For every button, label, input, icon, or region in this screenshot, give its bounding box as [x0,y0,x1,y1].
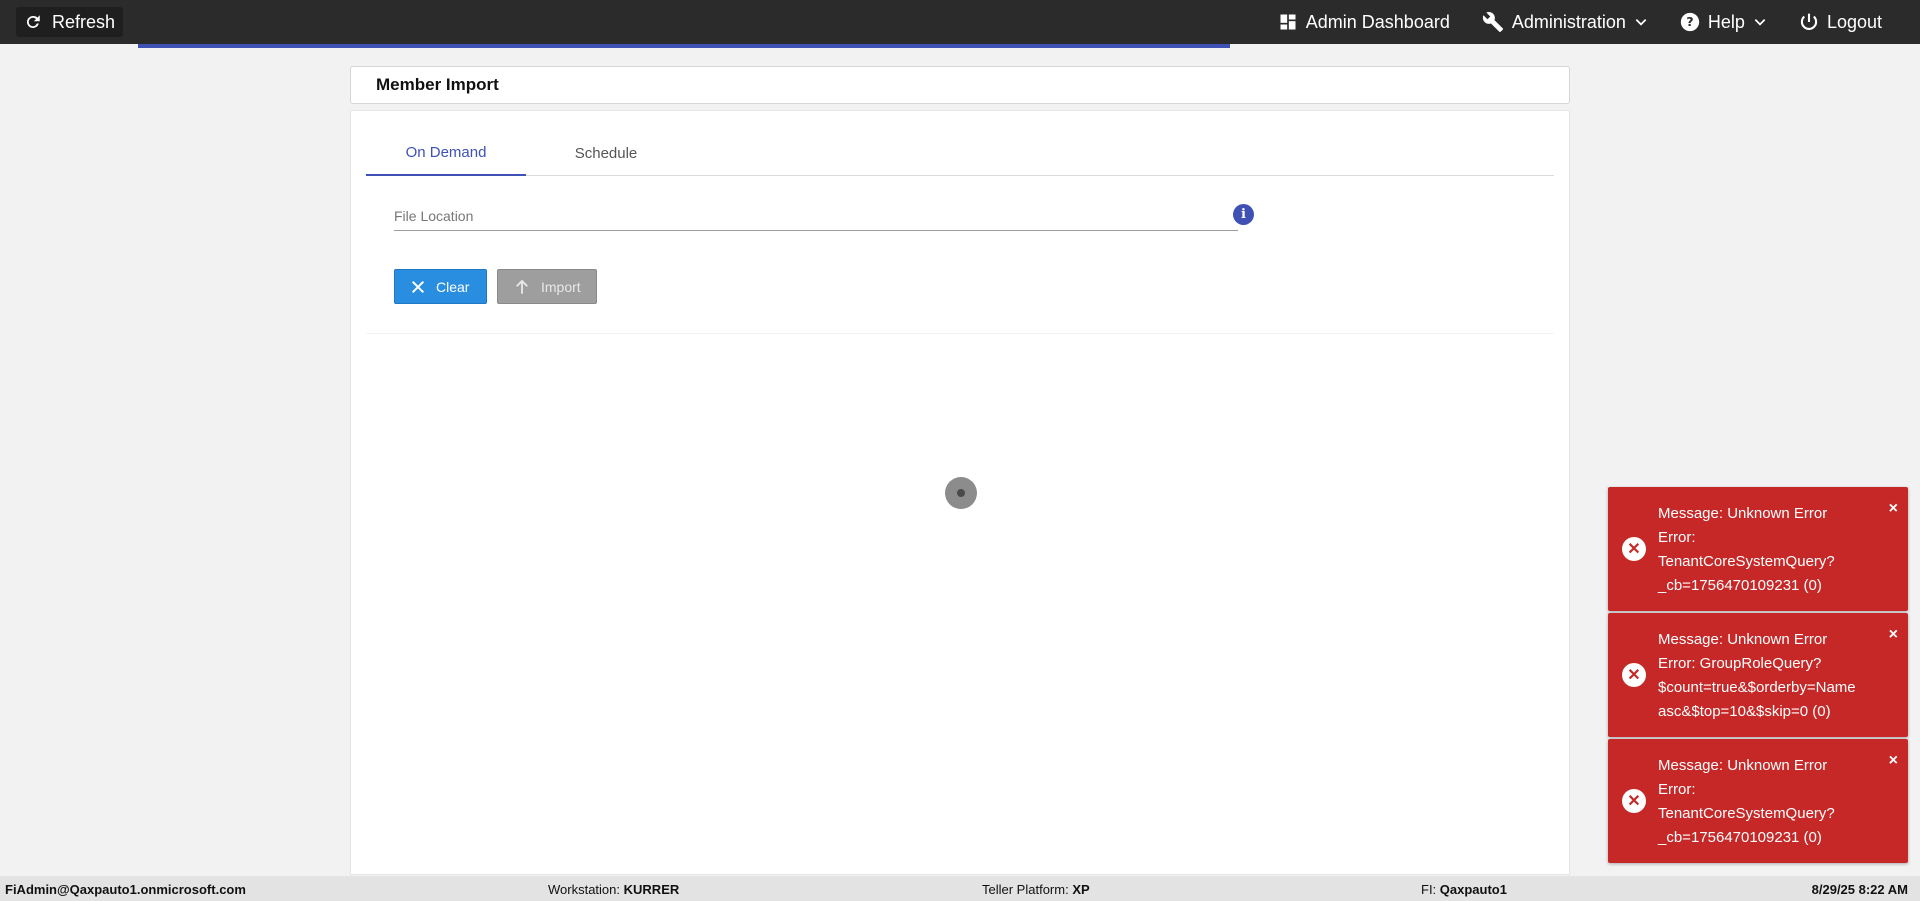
close-icon [411,280,425,293]
platform-value: XP [1072,882,1090,897]
status-datetime: 8/29/25 8:22 AM [1812,882,1908,897]
clear-button-label: Clear [436,278,470,295]
dashboard-icon [1280,14,1296,30]
file-location-field [394,201,1238,231]
error-toast: ✕ Message: Unknown Error Error: GroupRol… [1608,613,1908,737]
error-toast: ✕ Message: Unknown Error Error: TenantCo… [1608,739,1908,863]
status-workstation: Workstation: KURRER [548,882,679,897]
nav-administration-label: Administration [1511,11,1626,32]
nav-admin-dashboard-label: Admin Dashboard [1305,11,1450,32]
fi-value: Qaxpauto1 [1439,882,1507,897]
toast-line: Message: Unknown Error [1658,505,1828,522]
svg-text:?: ? [1686,14,1693,29]
user-email: FiAdmin@Qaxpauto1.onmicrosoft.com [5,882,246,897]
toast-line: _cb=1756470109231 (0) [1658,577,1822,594]
datetime-value: 8/29/25 8:22 AM [1811,882,1908,897]
wrench-icon [1482,12,1503,33]
nav-help[interactable]: ? Help [1680,12,1767,33]
error-circle-icon: ✕ [1622,537,1646,561]
main-panel: On Demand Schedule i Clear Import [350,110,1570,875]
file-location-input[interactable] [394,201,1238,231]
page-header: Member Import [350,66,1570,104]
status-fi: FI: Qaxpauto1 [1421,882,1507,897]
toast-line: asc&$top=10&$skip=0 (0) [1658,703,1831,720]
workstation-label: Workstation: [548,882,621,897]
error-circle-icon: ✕ [1622,663,1646,687]
top-nav-menu: Admin Dashboard Administration ? Help Lo… [1246,0,1882,44]
clear-button[interactable]: Clear [394,269,487,304]
status-bar: FiAdmin@Qaxpauto1.onmicrosoft.com Workst… [0,876,1920,901]
toast-line: Message: Unknown Error [1658,757,1828,774]
arrow-up-icon [516,279,528,294]
loading-spinner [945,477,977,509]
tab-bar: On Demand Schedule [366,131,1554,176]
power-icon [1800,13,1818,30]
toast-line: $count=true&$orderby=Name [1658,679,1856,696]
tab-on-demand[interactable]: On Demand [366,131,526,176]
toast-message: Message: Unknown Error Error: TenantCore… [1658,502,1890,598]
toast-line: Message: Unknown Error [1658,631,1828,648]
page-title: Member Import [376,75,499,94]
nav-admin-dashboard[interactable]: Admin Dashboard [1278,12,1450,33]
toast-line: Error: [1658,781,1696,798]
top-navigation-bar: Refresh Admin Dashboard Administration ?… [0,0,1920,48]
toast-message: Message: Unknown Error Error: TenantCore… [1658,754,1890,850]
close-icon[interactable]: × [1889,501,1898,517]
import-button[interactable]: Import [497,269,597,304]
loading-progress-bar [138,44,1230,48]
close-icon[interactable]: × [1889,753,1898,769]
fi-label: FI: [1421,882,1437,897]
import-button-label: Import [541,278,581,295]
refresh-label: Refresh [52,11,116,32]
toast-line: _cb=1756470109231 (0) [1658,829,1822,846]
help-circle-icon: ? [1680,12,1700,32]
nav-logout-label: Logout [1826,11,1882,32]
error-toast: ✕ Message: Unknown Error Error: TenantCo… [1608,487,1908,611]
tab-schedule[interactable]: Schedule [526,131,686,176]
nav-administration[interactable]: Administration [1482,11,1648,33]
toast-line: Error: [1658,529,1696,546]
status-user: FiAdmin@Qaxpauto1.onmicrosoft.com [5,882,246,897]
nav-help-label: Help [1707,11,1745,32]
info-icon[interactable]: i [1233,204,1254,225]
close-icon[interactable]: × [1889,627,1898,643]
chevron-down-icon [1754,19,1766,26]
platform-label: Teller Platform: [982,882,1069,897]
toast-message: Message: Unknown Error Error: GroupRoleQ… [1658,628,1890,724]
status-platform: Teller Platform: XP [982,882,1090,897]
workstation-value: KURRER [623,882,680,897]
toast-line: Error: GroupRoleQuery? [1658,655,1822,672]
chevron-down-icon [1635,19,1647,26]
refresh-button[interactable]: Refresh [16,7,124,37]
error-circle-icon: ✕ [1622,789,1646,813]
refresh-icon [26,15,40,28]
toast-line: TenantCoreSystemQuery? [1658,553,1835,570]
section-divider [366,333,1554,334]
toast-line: TenantCoreSystemQuery? [1658,805,1835,822]
nav-logout[interactable]: Logout [1799,12,1882,33]
